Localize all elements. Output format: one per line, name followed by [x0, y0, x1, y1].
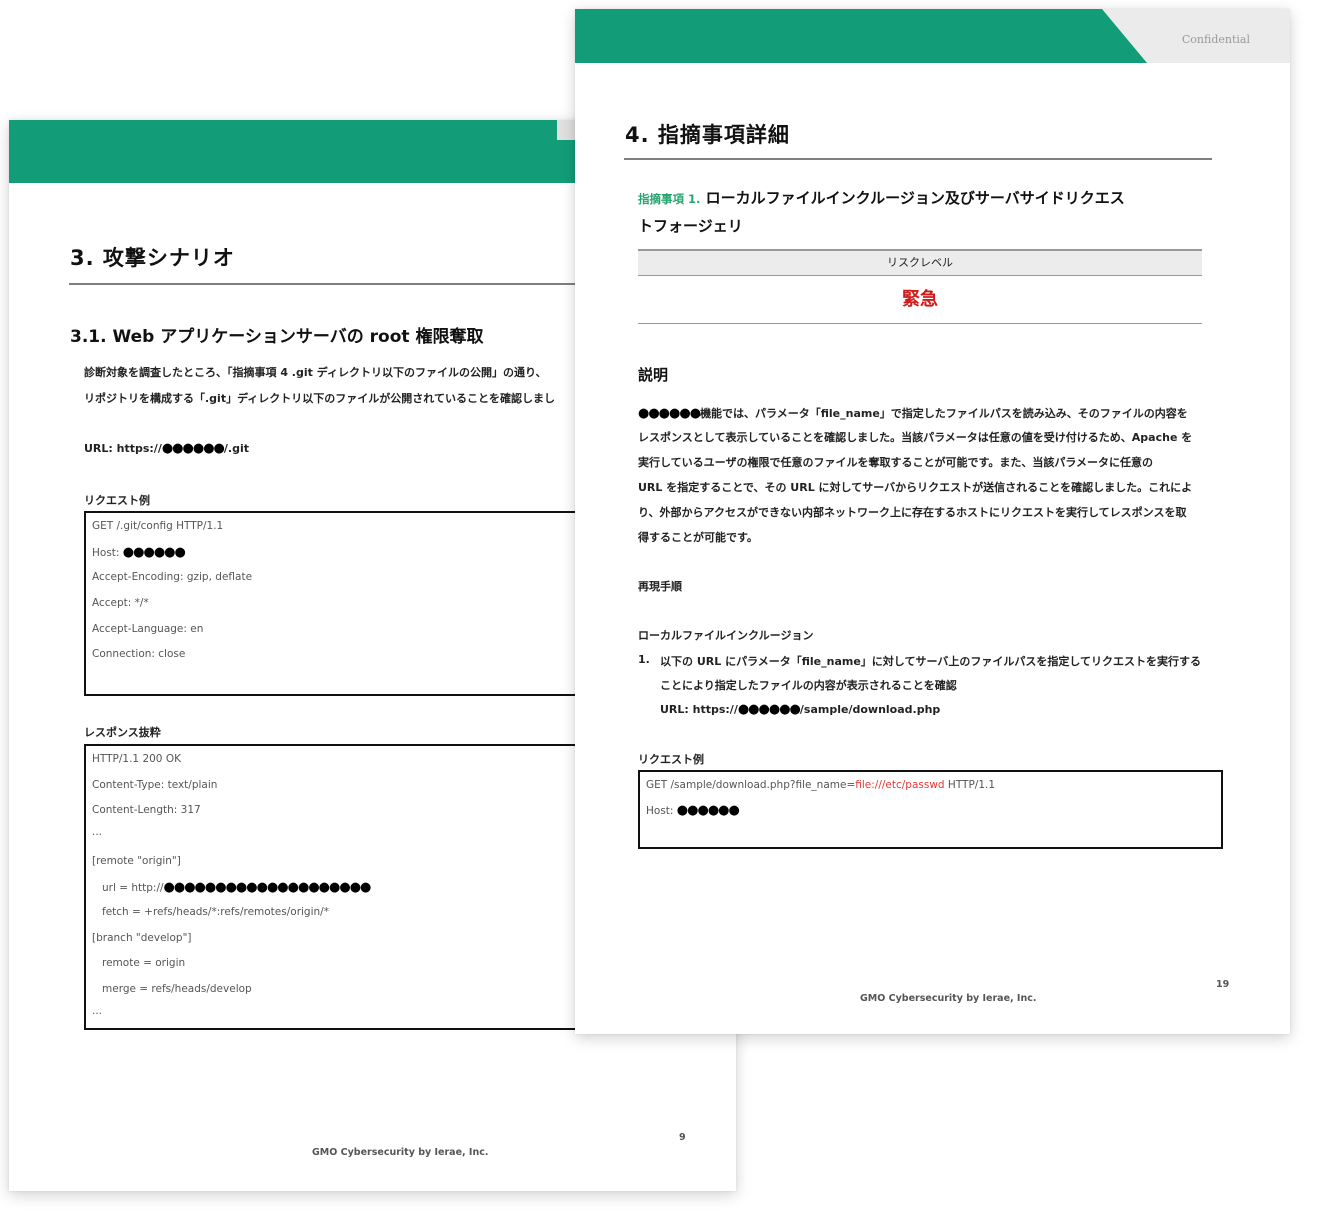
- url-key: url = http://: [102, 882, 164, 894]
- step-url: URL: https://●●●●●●/sample/download.php: [660, 702, 940, 717]
- paragraph-line: リポジトリを構成する「.git」ディレクトリ以下のファイルが公開されていることを…: [84, 392, 555, 405]
- repro-heading: 再現手順: [638, 580, 682, 593]
- header-band: [9, 120, 575, 183]
- header-band-corner: [557, 120, 575, 140]
- masked-host: ●●●●●●●●●●●●●●●●●●●●: [163, 880, 372, 895]
- risk-level-value: 緊急: [902, 289, 938, 310]
- request-code-box: GET /sample/download.php?file_name=file:…: [638, 770, 1223, 849]
- risk-level-header: リスクレベル: [638, 249, 1202, 276]
- payload: file:///etc/passwd: [855, 779, 945, 791]
- code-line: ...: [92, 1005, 103, 1017]
- code-line: Host: ●●●●●●: [646, 803, 740, 818]
- finding-title: 指摘事項 1. ローカルファイルインクルージョン及びサーバサイドリクエス トフォ…: [638, 185, 1218, 240]
- section-rule: [624, 158, 1212, 160]
- code-line: Accept-Encoding: gzip, deflate: [92, 571, 253, 583]
- code-line: ...: [92, 826, 103, 838]
- request-label: リクエスト例: [84, 494, 150, 507]
- code-line: HTTP/1.1 200 OK: [92, 753, 181, 765]
- page-number: 9: [679, 1132, 686, 1143]
- section-rule: [69, 283, 575, 285]
- code-line: Accept: */*: [92, 597, 149, 609]
- code-line: merge = refs/heads/develop: [102, 983, 252, 995]
- masked-host: ●●●●●●: [161, 441, 225, 456]
- subsection-title: 3.1. Web アプリケーションサーバの root 権限奪取: [70, 327, 484, 347]
- http-version: HTTP/1.1: [944, 779, 996, 791]
- code-line: [remote "origin"]: [92, 855, 181, 867]
- description-line: り、外部からアクセスができない内部ネットワーク上に存在するホストにリクエストを実…: [638, 506, 1187, 519]
- code-line: GET /.git/config HTTP/1.1: [92, 520, 224, 532]
- section-title: 4. 指摘事項詳細: [625, 123, 790, 147]
- code-line: Connection: close: [92, 648, 186, 660]
- masked-host: ●●●●●●: [737, 702, 801, 717]
- masked-host: ●●●●●●: [122, 545, 186, 560]
- url-line: URL: https://●●●●●●/.git: [84, 441, 249, 456]
- risk-rule: [638, 323, 1202, 324]
- step-line: ことにより指定したファイルの内容が表示されることを確認: [660, 679, 957, 692]
- report-page-finding-details: Confidential 4. 指摘事項詳細 指摘事項 1. ローカルファイルイ…: [575, 9, 1290, 1034]
- description-line: レスポンスとして表示していることを確認しました。当該パラメータは任意の値を受け付…: [638, 431, 1193, 444]
- paragraph-line: 診断対象を調査したところ、「指摘事項 4 .git ディレクトリ以下のファイルの…: [84, 366, 547, 379]
- code-line: url = http://●●●●●●●●●●●●●●●●●●●●: [102, 880, 372, 895]
- host-label: Host:: [646, 805, 677, 817]
- request-label: リクエスト例: [638, 753, 704, 766]
- page-number: 19: [1216, 979, 1230, 990]
- finding-number: 指摘事項 1.: [638, 192, 701, 206]
- finding-title-line: トフォージェリ: [638, 217, 743, 235]
- lfi-heading: ローカルファイルインクルージョン: [638, 629, 814, 642]
- finding-title-line: ローカルファイルインクルージョン及びサーバサイドリクエス: [705, 189, 1125, 207]
- page-footer: GMO Cybersecurity by Ierae, Inc.: [312, 1147, 489, 1158]
- code-line: Host: ●●●●●●: [92, 545, 186, 560]
- url-prefix: URL: https://: [84, 442, 162, 455]
- code-line: GET /sample/download.php?file_name=file:…: [646, 779, 995, 791]
- response-code-box: HTTP/1.1 200 OK Content-Type: text/plain…: [84, 744, 586, 1030]
- code-line: Content-Length: 317: [92, 804, 201, 816]
- host-label: Host:: [92, 547, 123, 559]
- url-prefix: URL: https://: [660, 703, 738, 716]
- response-label: レスポンス抜粋: [84, 726, 161, 739]
- description-heading: 説明: [638, 366, 669, 384]
- description-line: 実行しているユーザの権限で任意のファイルを奪取することが可能です。また、当該パラ…: [638, 456, 1154, 469]
- url-suffix: /sample/download.php: [799, 703, 941, 716]
- description-text: 機能では、パラメータ「file_name」で指定したファイルパスを読み込み、その…: [700, 407, 1188, 420]
- header-band: [575, 9, 1147, 63]
- step-line: 以下の URL にパラメータ「file_name」に対してサーバ上のファイルパス…: [660, 655, 1202, 668]
- step-number: 1.: [638, 653, 650, 666]
- code-line: fetch = +refs/heads/*:refs/remotes/origi…: [102, 906, 329, 918]
- url-suffix: /.git: [223, 442, 250, 455]
- page-footer: GMO Cybersecurity by Ierae, Inc.: [860, 993, 1037, 1004]
- description-line: URL を指定することで、その URL に対してサーバからリクエストが送信される…: [638, 481, 1193, 494]
- description-line: ●●●●●●機能では、パラメータ「file_name」で指定したファイルパスを読…: [638, 405, 1188, 421]
- section-title: 3. 攻撃シナリオ: [70, 246, 235, 270]
- request-code-box: GET /.git/config HTTP/1.1 Host: ●●●●●● A…: [84, 511, 586, 696]
- code-line: [branch "develop"]: [92, 932, 192, 944]
- masked-host: ●●●●●●: [676, 803, 740, 818]
- masked-feature: ●●●●●●: [638, 406, 701, 421]
- request-path: GET /sample/download.php?file_name=: [646, 779, 856, 791]
- description-line: 得することが可能です。: [638, 531, 758, 544]
- confidential-label: Confidential: [1181, 33, 1250, 46]
- code-line: Accept-Language: en: [92, 623, 204, 635]
- code-line: Content-Type: text/plain: [92, 779, 218, 791]
- code-line: remote = origin: [102, 957, 186, 969]
